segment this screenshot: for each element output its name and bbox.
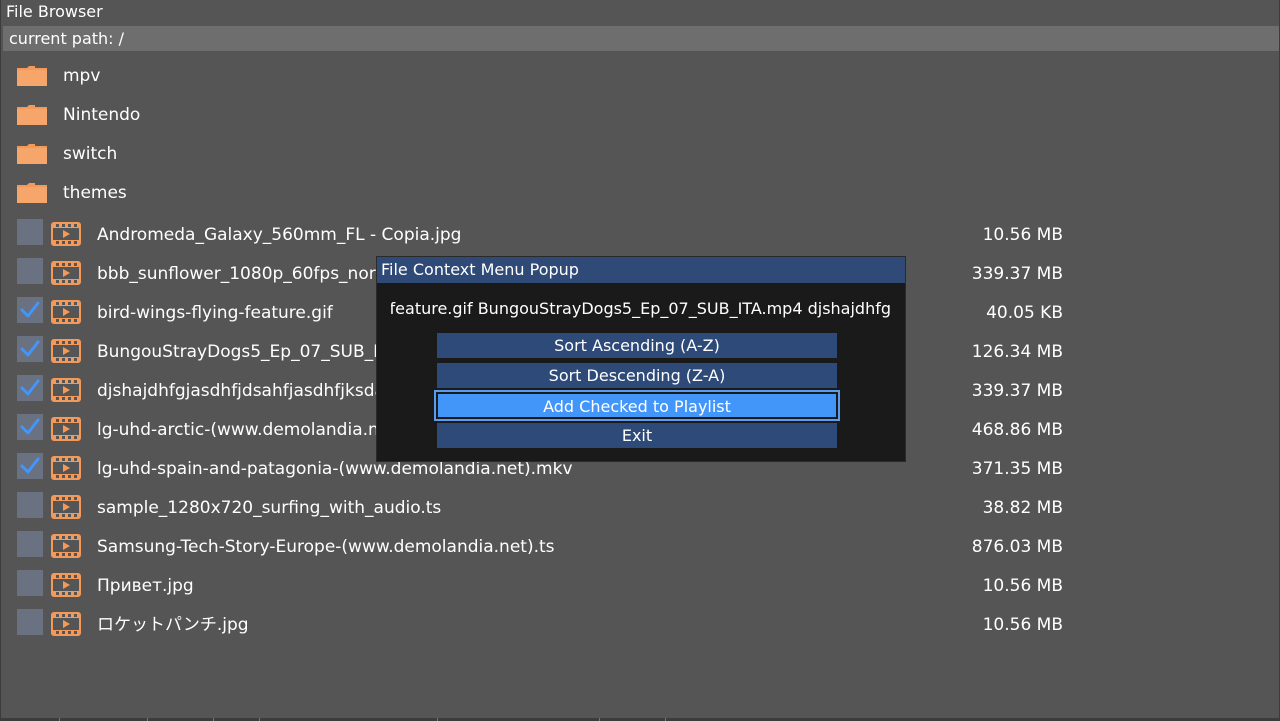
folder-row[interactable]: themes bbox=[1, 173, 1279, 212]
file-size: 10.56 MB bbox=[982, 225, 1063, 245]
popup-selected-files-text: bird-wings-flying-feature.gif BungouStra… bbox=[391, 299, 891, 318]
video-file-icon bbox=[51, 495, 81, 519]
file-size: 339.37 MB bbox=[971, 381, 1063, 401]
video-file-icon bbox=[51, 612, 81, 636]
file-row[interactable]: sample_1280x720_surfing_with_audio.ts 38.… bbox=[1, 488, 1279, 527]
video-file-icon bbox=[51, 534, 81, 558]
video-file-icon bbox=[51, 339, 81, 363]
folder-icon bbox=[17, 183, 47, 203]
file-size: 371.35 MB bbox=[971, 459, 1063, 479]
file-checkbox[interactable] bbox=[17, 375, 43, 401]
popup-title: File Context Menu Popup bbox=[377, 257, 905, 283]
file-size: 10.56 MB bbox=[982, 615, 1063, 635]
file-row[interactable]: Samsung-Tech-Story-Europe-(www.demolandi… bbox=[1, 527, 1279, 566]
current-path-bar: current path: / bbox=[3, 26, 1279, 51]
video-file-icon bbox=[51, 222, 81, 246]
file-size: 10.56 MB bbox=[982, 576, 1063, 596]
add-checked-to-playlist-button[interactable]: Add Checked to Playlist bbox=[434, 390, 840, 421]
exit-button[interactable]: Exit bbox=[437, 423, 837, 448]
file-checkbox[interactable] bbox=[17, 609, 43, 635]
video-file-icon bbox=[51, 417, 81, 441]
file-row[interactable]: ロケットパンチ.jpg 10.56 MB bbox=[1, 605, 1279, 644]
video-file-icon bbox=[51, 456, 81, 480]
file-checkbox[interactable] bbox=[17, 492, 43, 518]
file-checkbox[interactable] bbox=[17, 336, 43, 362]
folder-row[interactable]: Nintendo bbox=[1, 95, 1279, 134]
video-file-icon bbox=[51, 300, 81, 324]
video-file-icon bbox=[51, 573, 81, 597]
file-checkbox[interactable] bbox=[17, 258, 43, 284]
file-name: Samsung-Tech-Story-Europe-(www.demolandi… bbox=[97, 537, 555, 557]
folder-icon bbox=[17, 105, 47, 125]
file-size: 126.34 MB bbox=[971, 342, 1063, 362]
folder-name: switch bbox=[63, 144, 118, 164]
sort-ascending-button[interactable]: Sort Ascending (A-Z) bbox=[437, 333, 837, 358]
file-size: 468.86 MB bbox=[971, 420, 1063, 440]
folder-name: Nintendo bbox=[63, 105, 141, 125]
file-name: sample_1280x720_surfing_with_audio.ts bbox=[97, 498, 442, 518]
file-context-menu-popup: File Context Menu Popup bird-wings-flyin… bbox=[376, 256, 906, 462]
folder-name: themes bbox=[63, 183, 127, 203]
file-checkbox[interactable] bbox=[17, 414, 43, 440]
file-checkbox[interactable] bbox=[17, 531, 43, 557]
file-name: bird-wings-flying-feature.gif bbox=[97, 303, 333, 323]
folder-name: mpv bbox=[63, 66, 101, 86]
file-size: 40.05 KB bbox=[986, 303, 1063, 323]
folder-row[interactable]: mpv bbox=[1, 56, 1279, 95]
file-name: Привет.jpg bbox=[97, 576, 194, 596]
file-row[interactable]: Andromeda_Galaxy_560mm_FL - Copia.jpg 10.… bbox=[1, 215, 1279, 254]
folder-list: mpv Nintendo switch themes bbox=[1, 56, 1279, 212]
file-checkbox[interactable] bbox=[17, 570, 43, 596]
folder-row[interactable]: switch bbox=[1, 134, 1279, 173]
file-name: Andromeda_Galaxy_560mm_FL - Copia.jpg bbox=[97, 225, 462, 245]
window-title: File Browser bbox=[1, 0, 1279, 25]
file-row[interactable]: Привет.jpg 10.56 MB bbox=[1, 566, 1279, 605]
file-size: 339.37 MB bbox=[971, 264, 1063, 284]
video-file-icon bbox=[51, 261, 81, 285]
file-size: 38.82 MB bbox=[982, 498, 1063, 518]
folder-icon bbox=[17, 144, 47, 164]
video-file-icon bbox=[51, 378, 81, 402]
popup-selected-files: bird-wings-flying-feature.gif BungouStra… bbox=[391, 297, 891, 321]
folder-icon bbox=[17, 66, 47, 86]
file-checkbox[interactable] bbox=[17, 453, 43, 479]
file-browser-window: File Browser current path: / mpv Nintendo… bbox=[0, 0, 1280, 721]
file-name: ロケットパンチ.jpg bbox=[97, 615, 249, 635]
sort-descending-button[interactable]: Sort Descending (Z-A) bbox=[437, 363, 837, 388]
file-checkbox[interactable] bbox=[17, 219, 43, 245]
file-size: 876.03 MB bbox=[971, 537, 1063, 557]
file-checkbox[interactable] bbox=[17, 297, 43, 323]
